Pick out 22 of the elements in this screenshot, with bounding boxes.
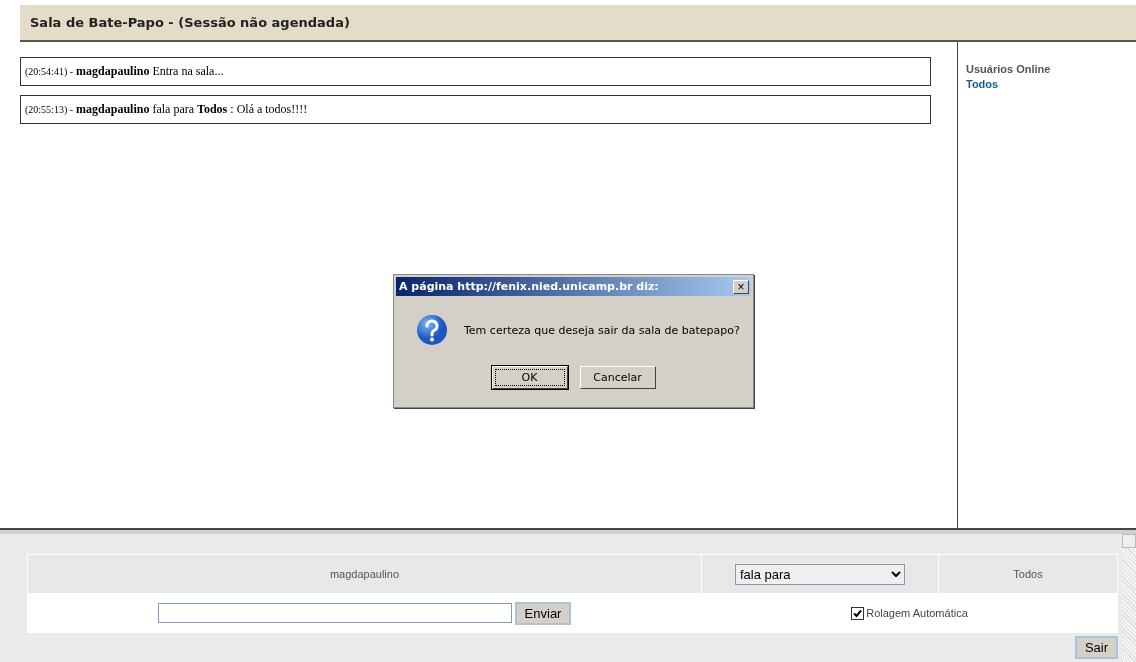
message-text: magdapaulino Entra na sala... [76, 64, 224, 79]
dialog-button[interactable]: OK [491, 366, 568, 389]
recipient-cell: Todos [938, 554, 1118, 594]
scrollbar[interactable] [1122, 534, 1136, 662]
page-header: Sala de Bate-Papo - (Sessão não agendada) [20, 5, 1136, 42]
dialog-button[interactable]: Cancelar [579, 366, 656, 389]
send-button[interactable]: Enviar [514, 601, 572, 625]
user-link[interactable]: Todos [966, 78, 999, 90]
checkbox[interactable] [851, 606, 865, 620]
username-cell: magdapaulino [27, 554, 702, 594]
close-button[interactable]: × [733, 279, 749, 294]
online-users-title: Usuários Online [966, 63, 1051, 75]
exit-button[interactable]: Sair [1074, 636, 1118, 659]
question-icon [416, 314, 448, 346]
dialog-title: A página http://fenix.nied.unicamp.br diz: [399, 280, 659, 293]
autoscroll-label: Rolagem Automática [866, 607, 968, 619]
message-time: (20:54:41) - [25, 66, 74, 77]
message-text: magdapaulino fala para Todos : Olá a todos!!!! [76, 102, 308, 117]
dialog-message: Tem certeza que deseja sair da sala de batepapo? [464, 323, 740, 337]
message-time: (20:55:13) - [25, 104, 74, 115]
message-input[interactable] [157, 603, 512, 623]
mode-dropdown[interactable]: fala para [735, 563, 905, 585]
